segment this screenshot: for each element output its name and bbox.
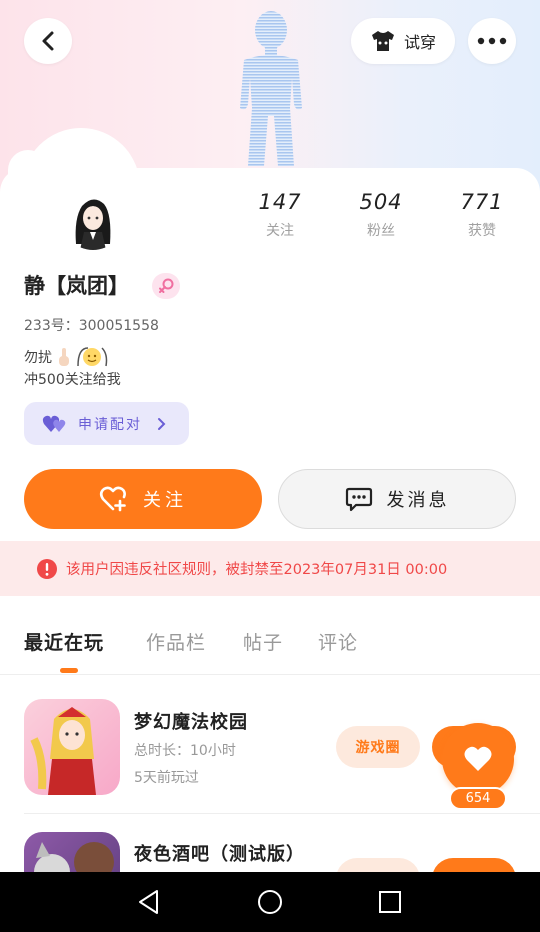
following-label: 关注 bbox=[266, 223, 294, 239]
avatar[interactable] bbox=[62, 188, 124, 250]
likes-label: 获赞 bbox=[468, 223, 496, 239]
avatar-image bbox=[62, 188, 124, 250]
nav-home-button[interactable] bbox=[255, 887, 285, 917]
game-title: 梦幻魔法校园 bbox=[134, 712, 248, 733]
system-navigation-bar bbox=[0, 872, 540, 932]
send-message-label: 发消息 bbox=[386, 490, 450, 511]
chat-bubble-icon bbox=[345, 487, 372, 512]
double-heart-icon bbox=[42, 415, 66, 432]
tab-recently-played[interactable]: 最近在玩 bbox=[24, 628, 104, 655]
female-gender-badge bbox=[152, 273, 180, 299]
tab-posts[interactable]: 帖子 bbox=[243, 628, 283, 655]
nav-back-button[interactable] bbox=[134, 887, 164, 917]
triangle-back-icon bbox=[139, 890, 158, 914]
profile-tabs: 最近在玩 作品栏 帖子 评论 bbox=[0, 620, 540, 674]
following-count: 147 bbox=[258, 190, 302, 214]
ban-notice-bar: 该用户因违反社区规则，被封禁至2023年07月31日 00:00 bbox=[0, 541, 540, 596]
followers-count: 504 bbox=[359, 190, 403, 214]
circle-home-icon bbox=[258, 890, 282, 914]
heart-icon bbox=[464, 746, 492, 771]
more-options-button[interactable] bbox=[468, 18, 516, 64]
game-thumbnail bbox=[24, 699, 120, 795]
bio-text-1: 勿扰 bbox=[24, 350, 52, 366]
tab-comments[interactable]: 评论 bbox=[318, 628, 358, 655]
like-profile-button[interactable] bbox=[442, 723, 514, 795]
game-last-played: 5天前玩过 bbox=[134, 770, 199, 786]
finger-emoji-icon bbox=[59, 348, 69, 366]
tab-works[interactable]: 作品栏 bbox=[146, 628, 206, 655]
game-circle-button[interactable]: 游戏圈 bbox=[336, 726, 420, 768]
tshirt-icon bbox=[371, 31, 394, 51]
avatar-figure-silhouette bbox=[240, 11, 302, 166]
smiley-emoji-icon bbox=[77, 347, 108, 367]
send-message-button[interactable]: 发消息 bbox=[278, 469, 516, 529]
user-id: 233号：300051558 bbox=[24, 318, 159, 334]
apply-pairing-label: 申请配对 bbox=[78, 416, 142, 433]
ban-notice-text: 该用户因违反社区规则，被封禁至2023年07月31日 00:00 bbox=[66, 562, 448, 578]
chevron-right-icon bbox=[158, 417, 166, 430]
chevron-left-icon bbox=[42, 31, 54, 51]
bio-line-2: 冲500关注给我 bbox=[24, 372, 121, 388]
apply-pairing-button[interactable]: 申请配对 bbox=[24, 402, 189, 445]
like-count-badge: 654 bbox=[449, 787, 507, 810]
game-circle-label: 游戏圈 bbox=[355, 740, 401, 756]
try-on-button[interactable]: 试穿 bbox=[351, 18, 455, 64]
stat-followers[interactable]: 504 粉丝 bbox=[341, 190, 421, 240]
tabs-divider bbox=[0, 674, 540, 675]
more-dots-icon bbox=[477, 37, 507, 45]
game-title: 夜色酒吧（测试版） bbox=[134, 844, 305, 865]
follow-button[interactable]: 关注 bbox=[24, 469, 262, 529]
square-recents-icon bbox=[379, 891, 401, 913]
warning-icon bbox=[37, 558, 57, 579]
active-tab-indicator bbox=[60, 668, 78, 673]
game-playtime: 总时长：10小时 bbox=[134, 743, 236, 759]
female-symbol-icon bbox=[159, 278, 174, 293]
heart-plus-icon bbox=[99, 486, 126, 512]
back-button[interactable] bbox=[24, 18, 72, 64]
try-on-label: 试穿 bbox=[403, 33, 436, 52]
game-thumbnail-art bbox=[30, 707, 96, 795]
followers-label: 粉丝 bbox=[367, 223, 395, 239]
bio-line-1: 勿扰 bbox=[24, 346, 110, 368]
follow-label: 关注 bbox=[143, 490, 187, 511]
likes-count: 771 bbox=[460, 190, 504, 214]
list-divider bbox=[24, 813, 540, 814]
stat-likes[interactable]: 771 获赞 bbox=[442, 190, 522, 240]
stat-following[interactable]: 147 关注 bbox=[240, 190, 320, 240]
nav-recents-button[interactable] bbox=[375, 887, 405, 917]
profile-name: 静【岚团】 bbox=[24, 274, 129, 298]
